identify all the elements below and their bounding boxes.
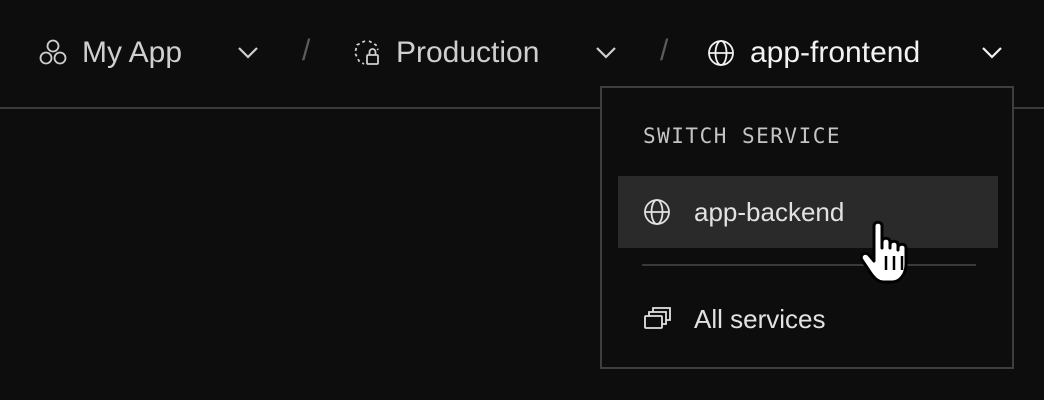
globe-icon xyxy=(642,197,672,227)
breadcrumb-environment-label: Production xyxy=(396,36,540,69)
breadcrumb-separator: / xyxy=(660,34,669,67)
menu-item-label: app-backend xyxy=(694,196,845,227)
breadcrumb-separator: / xyxy=(302,34,311,67)
breadcrumb-service-label: app-frontend xyxy=(750,36,921,69)
breadcrumb-app-label: My App xyxy=(82,36,183,69)
menu-item-label: All services xyxy=(694,303,826,334)
chevron-down-icon[interactable] xyxy=(236,40,260,64)
stack-windows-icon xyxy=(642,304,672,334)
switch-service-menu: SWITCH SERVICE app-backend All services xyxy=(600,86,1014,369)
breadcrumb-service[interactable]: app-frontend xyxy=(706,30,920,76)
globe-icon xyxy=(706,38,736,68)
chevron-down-icon[interactable] xyxy=(980,40,1004,64)
pointer-hand-icon xyxy=(859,218,918,291)
menu-title: SWITCH SERVICE xyxy=(643,124,842,148)
menu-divider xyxy=(642,264,976,266)
menu-item-all-services[interactable]: All services xyxy=(618,283,998,355)
breadcrumb-app[interactable]: My App xyxy=(38,30,182,76)
menu-item-app-backend[interactable]: app-backend xyxy=(618,176,998,248)
env-lock-icon xyxy=(352,38,382,68)
breadcrumb-environment[interactable]: Production xyxy=(352,30,539,76)
chevron-down-icon[interactable] xyxy=(594,40,618,64)
cubes-icon xyxy=(38,38,68,68)
